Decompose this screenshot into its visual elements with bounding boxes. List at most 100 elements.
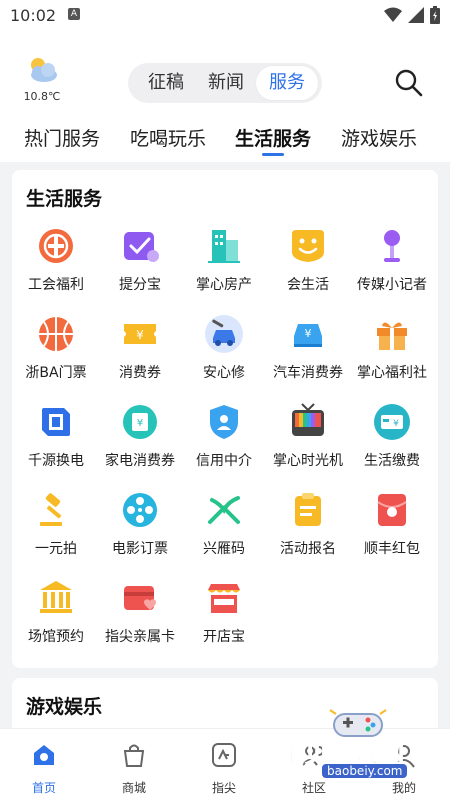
battery-swap-icon <box>42 408 70 436</box>
service-label: 会生活 <box>287 277 329 293</box>
nav-home[interactable]: 首页 <box>14 741 74 796</box>
active-tab-indicator <box>262 153 284 156</box>
tab-news[interactable]: 新闻 <box>196 63 256 103</box>
service-one-yuan-auction[interactable]: 一元拍 <box>12 490 100 570</box>
service-zheba-tickets[interactable]: 浙BA门票 <box>12 314 100 394</box>
svg-text:¥: ¥ <box>305 327 312 340</box>
service-label: 一元拍 <box>35 541 77 557</box>
service-label: 掌心房产 <box>196 277 252 293</box>
tab-submission[interactable]: 征稿 <box>136 63 196 103</box>
service-label: 消费券 <box>119 365 161 381</box>
service-welfare-club[interactable]: 掌心福利社 <box>348 314 436 394</box>
smile-face-icon <box>292 230 324 262</box>
service-label: 指尖亲属卡 <box>105 629 175 645</box>
svg-text:¥: ¥ <box>393 419 399 429</box>
service-battery-swap[interactable]: 千源换电 <box>12 402 100 482</box>
battery-icon <box>430 6 440 24</box>
buildings-icon <box>208 230 240 263</box>
signal-icon <box>408 7 424 23</box>
service-label: 汽车消费券 <box>273 365 343 381</box>
nav-mall[interactable]: 商城 <box>104 741 164 796</box>
service-label: 掌心时光机 <box>273 453 343 469</box>
service-peace-repair[interactable]: 安心修 <box>180 314 268 394</box>
weather-widget[interactable]: 10.8℃ <box>22 56 62 103</box>
category-tab-life[interactable]: 生活服务 <box>235 124 311 151</box>
service-label: 工会福利 <box>28 277 84 293</box>
status-time: 10:02 <box>10 6 57 25</box>
top-segment-control: 征稿 新闻 服务 <box>128 63 322 103</box>
category-tab-food-fun[interactable]: 吃喝玩乐 <box>130 124 206 151</box>
service-shop-opener[interactable]: 开店宝 <box>180 578 268 658</box>
home-icon <box>34 745 54 765</box>
nav-label: 指尖 <box>211 781 236 795</box>
service-movie-tickets[interactable]: 电影订票 <box>96 490 184 570</box>
wild-goose-icon <box>208 496 240 524</box>
red-envelope-icon <box>377 494 407 526</box>
service-car-coupon[interactable]: ¥ 汽车消费券 <box>264 314 352 394</box>
service-xingyan-code[interactable]: 兴雁码 <box>180 490 268 570</box>
coupon-icon: ¥ <box>124 324 156 344</box>
service-time-machine[interactable]: 掌心时光机 <box>264 402 352 482</box>
service-media-reporter[interactable]: 传媒小记者 <box>348 226 436 306</box>
service-label: 生活缴费 <box>364 453 420 469</box>
category-tabs: 热门服务 吃喝玩乐 生活服务 游戏娱乐 <box>0 120 450 162</box>
search-button[interactable] <box>394 68 424 98</box>
payment-card-icon: ¥ <box>374 404 410 440</box>
watermark-url: baobeiy.com <box>322 764 408 778</box>
cloud-sun-icon <box>31 58 57 82</box>
category-tab-hot[interactable]: 热门服务 <box>24 124 100 151</box>
gift-box-icon <box>377 322 407 350</box>
service-hui-life[interactable]: 会生活 <box>264 226 352 306</box>
section-title: 生活服务 <box>26 188 103 210</box>
nav-label: 首页 <box>31 781 56 795</box>
life-services-card: 生活服务 工会福利 提分宝 掌心房产 会生活 传媒小记者 浙BA门票 ¥ 消费券… <box>12 170 438 668</box>
service-label: 提分宝 <box>119 277 161 293</box>
check-card-icon <box>124 232 159 262</box>
venue-building-icon <box>40 581 72 613</box>
auction-hammer-icon <box>40 493 62 526</box>
service-label: 信用中介 <box>196 453 252 469</box>
service-label: 千源换电 <box>28 453 84 469</box>
shop-awning-icon <box>208 584 240 613</box>
service-venue-booking[interactable]: 场馆预约 <box>12 578 100 658</box>
weather-temperature: 10.8℃ <box>23 90 61 103</box>
tv-icon <box>292 403 324 436</box>
service-label: 传媒小记者 <box>357 277 427 293</box>
service-sf-red-envelope[interactable]: 顺丰红包 <box>348 490 436 570</box>
car-repair-icon <box>205 315 243 353</box>
service-label: 活动报名 <box>280 541 336 557</box>
nav-fingertip[interactable]: 指尖 <box>194 741 254 796</box>
service-label: 浙BA门票 <box>25 365 87 381</box>
service-family-card[interactable]: 指尖亲属卡 <box>96 578 184 658</box>
service-life-payment[interactable]: ¥ 生活缴费 <box>348 402 436 482</box>
shield-user-icon <box>210 405 238 439</box>
nav-label: 商城 <box>121 781 146 795</box>
service-appliance-coupon[interactable]: ¥ 家电消费券 <box>96 402 184 482</box>
service-label: 掌心福利社 <box>357 365 427 381</box>
svg-text:¥: ¥ <box>136 328 144 342</box>
section-title: 游戏娱乐 <box>26 696 103 718</box>
appliance-coupon-icon: ¥ <box>123 405 157 439</box>
svg-text:¥: ¥ <box>137 418 143 429</box>
service-label: 开店宝 <box>203 629 245 645</box>
tab-services[interactable]: 服务 <box>256 66 318 100</box>
top-header: 10.8℃ 征稿 新闻 服务 <box>0 32 450 120</box>
service-credit-agency[interactable]: 信用中介 <box>180 402 268 482</box>
service-label: 顺丰红包 <box>364 541 420 557</box>
union-badge-icon <box>39 229 73 263</box>
fingertip-icon <box>212 743 236 767</box>
service-union-welfare[interactable]: 工会福利 <box>12 226 100 306</box>
clipboard-icon <box>295 493 321 526</box>
service-real-estate[interactable]: 掌心房产 <box>180 226 268 306</box>
family-card-icon <box>124 586 156 610</box>
watermark: 宝贝游戏网 baobeiy.com <box>270 706 450 786</box>
service-label: 兴雁码 <box>203 541 245 557</box>
service-score-booster[interactable]: 提分宝 <box>96 226 184 306</box>
service-consumption-coupon[interactable]: ¥ 消费券 <box>96 314 184 394</box>
service-event-signup[interactable]: 活动报名 <box>264 490 352 570</box>
shopping-bag-icon <box>123 744 145 767</box>
category-tab-games[interactable]: 游戏娱乐 <box>341 124 417 151</box>
service-label: 家电消费券 <box>105 453 175 469</box>
system-icons <box>384 6 440 24</box>
basketball-icon <box>39 317 73 351</box>
